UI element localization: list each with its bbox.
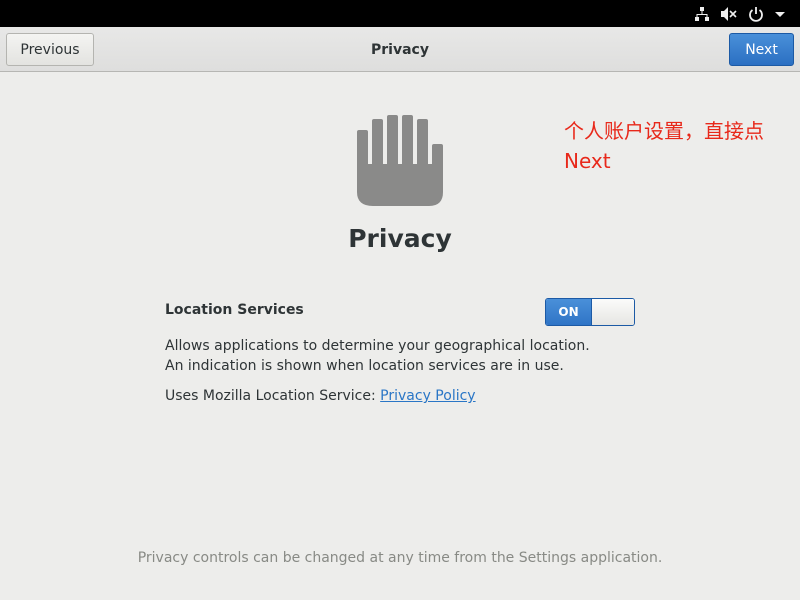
header-bar: Privacy Previous Next — [0, 27, 800, 72]
mozilla-service-line: Uses Mozilla Location Service: Privacy P… — [165, 386, 476, 406]
privacy-policy-link[interactable]: Privacy Policy — [380, 388, 475, 404]
annotation-note: 个人账户设置，直接点 Next — [564, 116, 796, 176]
footer-note: Privacy controls can be changed at any t… — [137, 550, 663, 566]
location-services-switch[interactable]: ON — [545, 298, 635, 326]
hand-stop-icon — [356, 114, 444, 212]
switch-knob[interactable] — [591, 299, 634, 325]
switch-on-label: ON — [546, 299, 591, 325]
volume-muted-icon — [720, 6, 738, 22]
dropdown-arrow-icon — [774, 6, 786, 22]
location-description: Allows applications to determine your ge… — [165, 338, 590, 374]
system-status-area[interactable] — [694, 0, 786, 27]
location-services-label: Location Services — [165, 302, 304, 318]
header-title: Privacy — [371, 41, 429, 58]
next-button[interactable]: Next — [729, 33, 794, 66]
power-icon — [748, 6, 764, 22]
previous-button[interactable]: Previous — [6, 33, 94, 66]
annotation-line-2: Next — [564, 149, 611, 173]
page-title: Privacy — [348, 224, 452, 253]
mozilla-service-text: Uses Mozilla Location Service: — [165, 388, 381, 404]
annotation-line-1: 个人账户设置，直接点 — [564, 119, 764, 143]
network-icon — [694, 6, 710, 22]
top-panel — [0, 0, 800, 27]
